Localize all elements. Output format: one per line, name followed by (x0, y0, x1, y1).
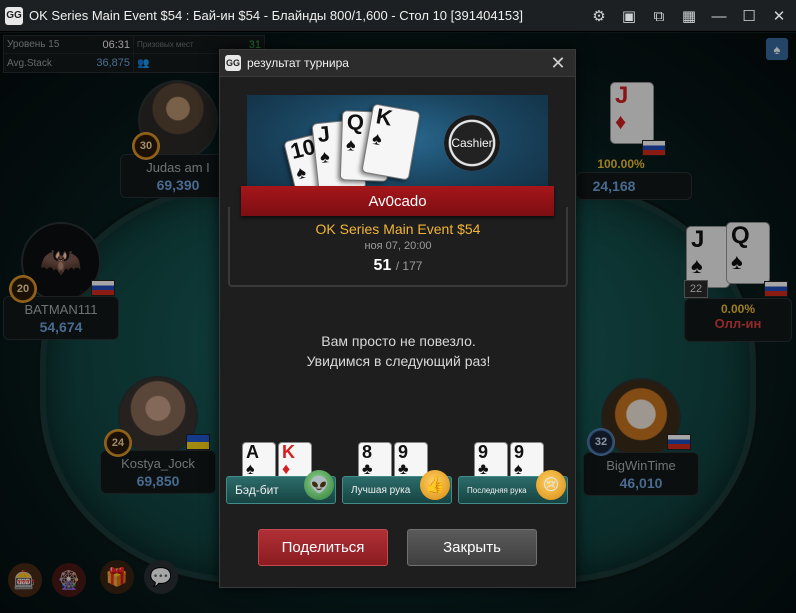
event-summary: OK Series Main Event $54 ноя 07, 20:00 5… (228, 207, 568, 287)
window-controls: ⚙ ▣ ⧉ ▦ — ☐ ✕ (588, 5, 790, 27)
thumbs-up-emoji-icon: 👍 (420, 470, 450, 500)
app-logo-icon: GG (225, 55, 241, 71)
tournament-result-dialog: GG результат турнира ✕ 10 ♠ J ♠ Q ♠ K ♠ Cash… (219, 49, 576, 588)
event-date: ноя 07, 20:00 (364, 240, 432, 252)
close-button[interactable]: Закрыть (407, 529, 537, 566)
crying-emoji-icon: 😢 (536, 470, 566, 500)
cashier-chip-icon[interactable]: Cashier (444, 115, 500, 171)
award-last-hand[interactable]: 9 ♣ 9 ♠ Последняя рука 😢 (458, 442, 568, 512)
layout-icon[interactable]: ▣ (618, 5, 640, 27)
app-logo-icon: GG (5, 6, 23, 25)
event-name: OK Series Main Event $54 (315, 221, 481, 237)
maximize-icon[interactable]: ☐ (738, 5, 760, 27)
title-bar: GG OK Series Main Event $54 : Бай-ин $54… (0, 0, 796, 32)
message-line: Вам просто не повезло. (321, 333, 476, 349)
tile-windows-icon[interactable]: ⧉ (648, 5, 670, 27)
settings-gear-icon[interactable]: ⚙ (588, 5, 610, 27)
share-button[interactable]: Поделиться (258, 529, 388, 566)
close-icon[interactable]: ✕ (549, 54, 567, 72)
finish-place: 51 (373, 257, 392, 274)
dialog-title: результат турнира (247, 56, 349, 70)
minimize-icon[interactable]: — (708, 5, 730, 27)
dialog-header: GG результат турнира ✕ (220, 50, 575, 77)
alien-emoji-icon: 👽 (304, 470, 334, 500)
close-window-icon[interactable]: ✕ (768, 5, 790, 27)
finish-position: 51 / 177 (230, 257, 566, 275)
message-line: Увидимся в следующий раз! (306, 353, 491, 369)
result-message: Вам просто не повезло. Увидимся в следую… (220, 331, 577, 371)
award-bad-beat[interactable]: A ♠ K ♦ Бэд-бит 👽 (226, 442, 336, 512)
grid-view-icon[interactable]: ▦ (678, 5, 700, 27)
window-title: OK Series Main Event $54 : Бай-ин $54 - … (29, 8, 523, 23)
total-entrants: / 177 (395, 259, 423, 273)
award-best-hand[interactable]: 8 ♣ 9 ♣ Лучшая рука 👍 (342, 442, 452, 512)
